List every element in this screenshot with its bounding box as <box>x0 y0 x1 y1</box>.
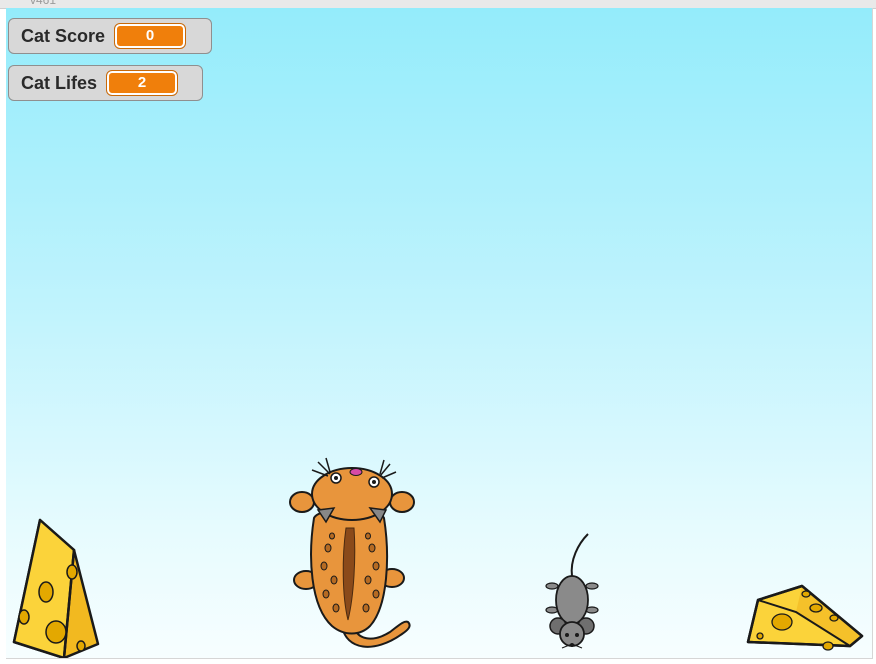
cheese-left-sprite[interactable] <box>8 516 104 658</box>
game-stage[interactable]: Cat Score 0 Cat Lifes 2 <box>6 8 873 659</box>
cat-sprite[interactable] <box>284 456 420 658</box>
cat-lifes-label: Cat Lifes <box>21 72 98 93</box>
mouse-sprite[interactable] <box>542 532 602 650</box>
cat-score-label: Cat Score <box>21 25 106 46</box>
version-label: v461 <box>30 0 57 7</box>
cat-score-value: 0 <box>114 23 187 49</box>
cat-lifes-value: 2 <box>106 70 179 96</box>
cat-lifes-monitor[interactable]: Cat Lifes 2 <box>8 65 203 101</box>
cat-score-monitor[interactable]: Cat Score 0 <box>8 18 212 54</box>
cheese-right-sprite[interactable] <box>744 582 868 658</box>
